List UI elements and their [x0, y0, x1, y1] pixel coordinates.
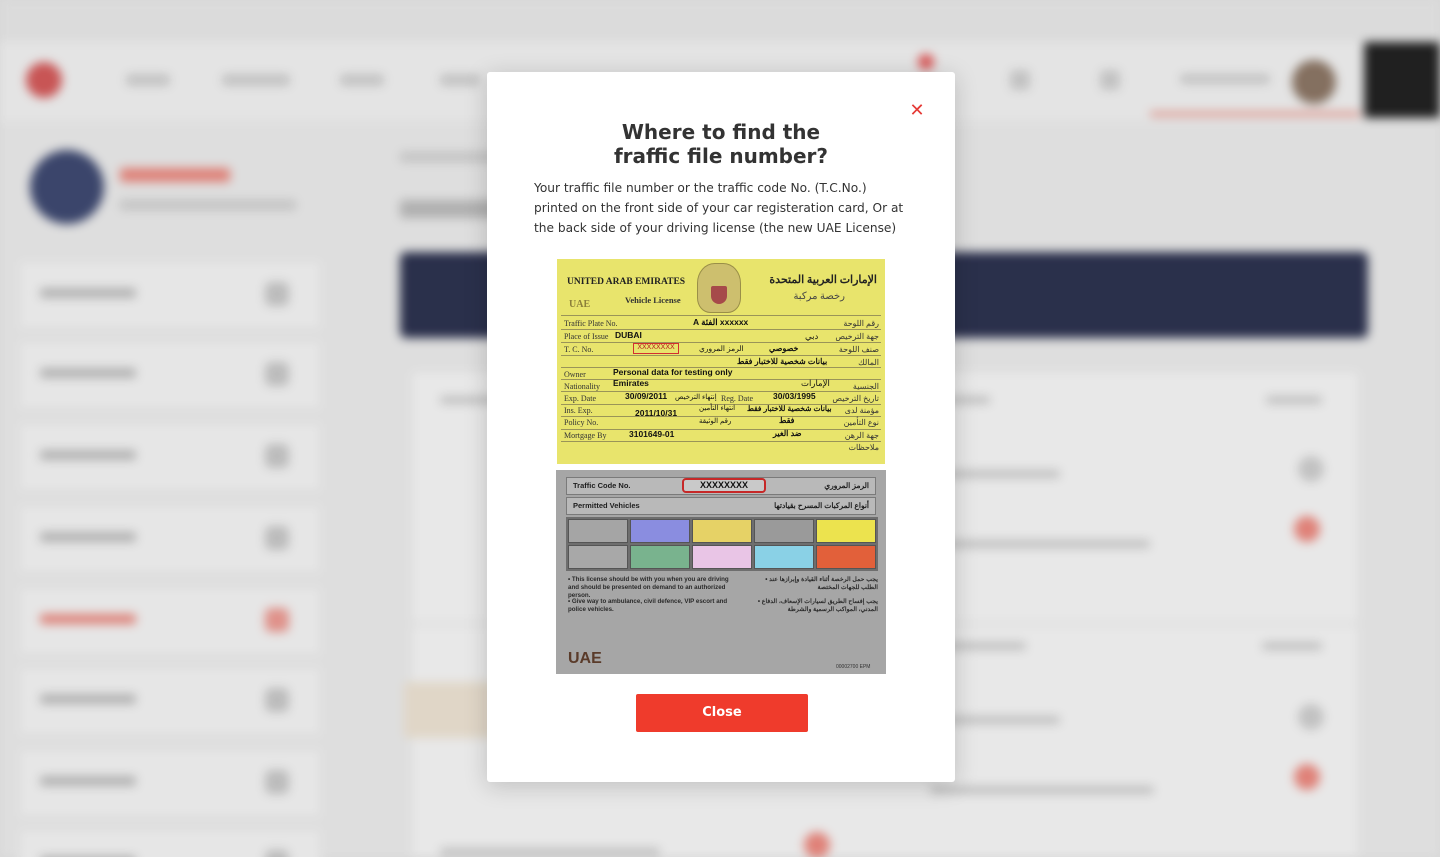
vl-plate-value: A الفئة xxxxxx: [693, 317, 749, 327]
vl-label-notes-ar: ملاحظات: [848, 443, 879, 452]
close-icon[interactable]: ✕: [906, 100, 928, 122]
vl-exp-ar: إنتهاء الترخيص: [675, 394, 717, 401]
vl-label-mortgage-ar: جهة الرهن: [844, 431, 879, 440]
vl-ins-exp: 2011/10/31: [635, 408, 678, 418]
vl-nationality-ar: الإمارات: [801, 378, 830, 388]
vl-place-value: DUBAI: [615, 330, 642, 340]
vl-mortgage-ar: ضد الغير: [773, 429, 802, 438]
vl-label-plate: Traffic Plate No.: [564, 319, 618, 328]
vl-label-place: Place of Issue: [564, 332, 609, 341]
vl-label-reg: Reg. Date: [721, 394, 753, 403]
dl-vehicle-cell: [816, 519, 876, 543]
dl-note-2-ar: • يجب إفساح الطريق لسيارات الإسعاف، الدف…: [757, 598, 878, 613]
vl-label-ins: Ins. Exp.: [564, 406, 593, 415]
dl-note-1: • This license should be with you when y…: [568, 576, 729, 599]
vl-label-tc: T. C. No.: [564, 345, 594, 354]
vl-owner-value: Personal data for testing only: [613, 367, 733, 377]
vl-owner-ar-note-2: بيانات شخصية للاختبار فقط: [747, 404, 832, 413]
dl-vehicle-grid: [566, 517, 878, 571]
uae-emblem-icon: [697, 263, 741, 313]
dl-vehicle-cell: [754, 545, 814, 569]
dl-vehicle-cell: [568, 545, 628, 569]
dl-vehicle-cell: [754, 519, 814, 543]
vl-place-ar: دبي: [805, 331, 819, 341]
vl-mortgage-value: 3101649-01: [629, 429, 675, 439]
vl-label-plate-ar: رقم اللوحة: [843, 319, 879, 328]
vl-plate-class-ar: خصوصي: [769, 344, 799, 353]
vl-nationality-value: Emirates: [613, 378, 649, 388]
traffic-file-help-modal: ✕ Where to find the fraffic file number?…: [487, 72, 955, 782]
dl-vehicle-cell: [630, 545, 690, 569]
dl-vehicle-cell: [568, 519, 628, 543]
vl-label-policy: Policy No.: [564, 418, 599, 427]
dl-vehicle-cell: [692, 519, 752, 543]
vl-label-tc-ar: صنف اللوحة: [838, 345, 879, 354]
vehicle-license-image: UNITED ARAB EMIRATES UAE Vehicle License…: [557, 259, 885, 464]
dl-vehicle-cell: [630, 519, 690, 543]
dl-tc-label: Traffic Code No.: [573, 481, 631, 490]
dl-note-1-ar: • يجب حمل الرخصة أثناء القيادة وإبرازها …: [765, 576, 878, 591]
vl-policy-ar: رقم الوثيقة: [699, 418, 732, 425]
vl-subheader-ar: رخصة مركبة: [793, 291, 845, 302]
dl-vehicle-cell: [816, 545, 876, 569]
vl-label-exp-ar: تاريخ الترخيص: [832, 394, 879, 403]
vl-label-ins-ar: مؤمنة لدى: [844, 406, 879, 415]
vl-policy-type-ar: فقط: [779, 416, 795, 425]
vl-ins-ar: انتهاء التأمين: [699, 405, 736, 412]
dl-country: UAE: [568, 650, 602, 667]
vl-label-policy-ar: نوع التأمين: [843, 418, 879, 427]
vl-label-mortgage: Mortgage By: [564, 431, 607, 440]
dl-permitted-bar: Permitted Vehicles أنواع المركبات المسرح…: [566, 497, 876, 515]
vl-exp-date: 30/09/2011: [625, 391, 668, 401]
vl-label-nationality: Nationality: [564, 382, 600, 391]
vl-tc-ar: الرمز المروري: [699, 344, 744, 353]
vl-label-place-ar: جهة الترخيص: [835, 332, 879, 341]
dl-note-2: • Give way to ambulance, civil defence, …: [568, 598, 728, 613]
vl-label-owner: Owner: [564, 370, 586, 379]
vl-header-ar: الإمارات العربية المتحدة: [769, 274, 877, 286]
modal-description: Your traffic file number or the traffic …: [534, 181, 904, 235]
uae-logo: UAE: [569, 299, 591, 310]
vl-subheader-en: Vehicle License: [625, 295, 681, 305]
dl-tc-label-ar: الرمز المروري: [824, 481, 869, 490]
vl-label-owner-ar: المالك: [858, 358, 879, 367]
modal-title-line-1: Where to find the: [621, 120, 821, 144]
vl-owner-ar-note: بيانات شخصية للاختبار فقط: [737, 357, 828, 366]
modal-title: Where to find the fraffic file number?: [487, 120, 955, 168]
vl-label-exp: Exp. Date: [564, 394, 596, 403]
dl-tc-highlight: XXXXXXXX: [682, 478, 766, 493]
close-button[interactable]: Close: [636, 694, 808, 732]
vl-tc-highlight: XXXXXXXX: [633, 343, 679, 354]
vl-header-en: UNITED ARAB EMIRATES: [567, 277, 686, 287]
dl-vehicle-cell: [692, 545, 752, 569]
vl-reg-date: 30/03/1995: [773, 391, 816, 401]
driving-license-image: Traffic Code No. الرمز المروري XXXXXXXX …: [556, 470, 886, 674]
vl-label-nationality-ar: الجنسية: [852, 382, 879, 391]
dl-footer-code: 00002700 EPM: [836, 664, 871, 670]
dl-permitted-label-ar: أنواع المركبات المسرح بقيادتها: [774, 501, 869, 510]
dl-permitted-label: Permitted Vehicles: [573, 501, 640, 510]
modal-title-line-2: fraffic file number?: [613, 144, 829, 168]
